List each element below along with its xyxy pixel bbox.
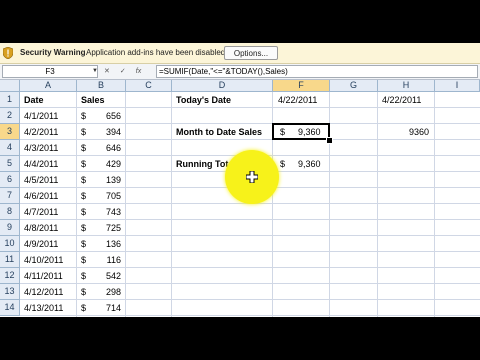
date-cell[interactable]: 4/8/2011 [24,220,58,236]
security-warning-title: Security Warning [20,48,86,57]
row-header[interactable]: 8 [0,204,20,220]
sales-cell[interactable]: 394 [103,124,121,140]
row-header[interactable]: 3 [0,124,20,140]
select-all-corner[interactable] [0,80,20,92]
chevron-down-icon[interactable]: ▼ [91,66,99,77]
grid-line [434,92,435,317]
row-header[interactable]: 11 [0,252,20,268]
excel-window: Security Warning Application add-ins hav… [0,43,480,317]
currency-symbol: $ [81,207,87,217]
shield-warning-icon [3,47,13,59]
row-header[interactable]: 14 [0,300,20,316]
sales-cell[interactable]: 542 [103,268,121,284]
security-warning-bar: Security Warning Application add-ins hav… [0,43,480,64]
date-cell[interactable]: 4/13/2011 [24,300,63,316]
sales-cell[interactable]: 116 [103,252,121,268]
currency-symbol: $ [81,175,87,185]
column-header-a[interactable]: A [20,80,77,92]
enter-icon[interactable]: ✓ [120,68,126,75]
currency-symbol: $ [81,127,87,137]
cancel-icon[interactable]: ✕ [104,68,110,75]
column-header-f[interactable]: F [273,80,330,92]
date-cell[interactable]: 4/4/2011 [24,156,58,172]
date-cell[interactable]: 4/2/2011 [24,124,58,140]
name-box-value: F3 [45,67,55,76]
grid-line [125,92,126,317]
cell-a1-date-header[interactable]: Date [24,92,44,108]
options-button[interactable]: Options... [224,46,278,60]
row-header[interactable]: 2 [0,108,20,124]
currency-symbol: $ [81,159,87,169]
sales-cell[interactable]: 429 [103,156,121,172]
date-cell[interactable]: 4/9/2011 [24,236,58,252]
cell-cursor-icon [246,171,258,183]
column-header-d[interactable]: D [172,80,273,92]
date-cell[interactable]: 4/12/2011 [24,284,63,300]
column-header-c[interactable]: C [126,80,172,92]
function-icon[interactable]: fx [136,68,141,75]
column-header-h[interactable]: H [378,80,435,92]
fill-handle[interactable] [326,137,333,144]
date-cell[interactable]: 4/1/2011 [24,108,58,124]
row-header[interactable]: 5 [0,156,20,172]
formula-bar: F3 ▼ ✕ ✓ fx =SUMIF(Date,"<="&TODAY(),Sales… [0,64,480,80]
row-header[interactable]: 9 [0,220,20,236]
row-header[interactable]: 6 [0,172,20,188]
row-header[interactable]: 12 [0,268,20,284]
currency-symbol: $ [81,223,87,233]
sales-cell[interactable]: 646 [103,140,121,156]
currency-symbol: $ [81,271,87,281]
cell-f5-currency[interactable]: $ [280,156,285,172]
formula-input[interactable]: =SUMIF(Date,"<="&TODAY(),Sales) [156,65,478,78]
active-cell-border [272,123,330,140]
cell-b1-sales-header[interactable]: Sales [81,92,105,108]
sales-cell[interactable]: 714 [103,300,121,316]
cell-f1-todays-date-value[interactable]: 4/22/2011 [278,92,317,108]
sales-cell[interactable]: 705 [103,188,121,204]
currency-symbol: $ [81,143,87,153]
cell-e1-todays-date-label[interactable]: Today's Date [176,92,231,108]
cell-h3-value[interactable]: 9360 [409,124,429,140]
security-warning-message: Application add-ins have been disabled. [86,48,228,57]
cell-f5-value[interactable]: 9,360 [298,156,321,172]
row-header[interactable]: 4 [0,140,20,156]
date-cell[interactable]: 4/11/2011 [24,268,63,284]
date-cell[interactable]: 4/10/2011 [24,252,63,268]
row-header[interactable]: 13 [0,284,20,300]
cell-e3-month-to-date-label[interactable]: Month to Date Sales [176,124,262,140]
grid-line [76,92,77,317]
row-header[interactable]: 7 [0,188,20,204]
grid-line [377,92,378,317]
currency-symbol: $ [81,255,87,265]
currency-symbol: $ [81,287,87,297]
sales-cell[interactable]: 743 [103,204,121,220]
currency-symbol: $ [81,111,87,121]
row-header[interactable]: 10 [0,236,20,252]
sales-cell[interactable]: 298 [103,284,121,300]
name-box[interactable]: F3 ▼ [2,65,98,78]
date-cell[interactable]: 4/5/2011 [24,172,58,188]
cell-h1-value[interactable]: 4/22/2011 [382,92,421,108]
sales-cell[interactable]: 656 [103,108,121,124]
date-cell[interactable]: 4/7/2011 [24,204,58,220]
sales-cell[interactable]: 725 [103,220,121,236]
currency-symbol: $ [81,303,87,313]
column-header-i[interactable]: I [435,80,480,92]
currency-symbol: $ [81,239,87,249]
date-cell[interactable]: 4/6/2011 [24,188,58,204]
sales-cell[interactable]: 136 [103,236,121,252]
column-header-g[interactable]: G [330,80,378,92]
grid-line [171,92,172,317]
formula-buttons: ✕ ✓ fx [104,65,154,78]
row-header[interactable]: 1 [0,92,20,108]
currency-symbol: $ [81,191,87,201]
column-header-b[interactable]: B [77,80,126,92]
date-cell[interactable]: 4/3/2011 [24,140,58,156]
sales-cell[interactable]: 139 [103,172,121,188]
